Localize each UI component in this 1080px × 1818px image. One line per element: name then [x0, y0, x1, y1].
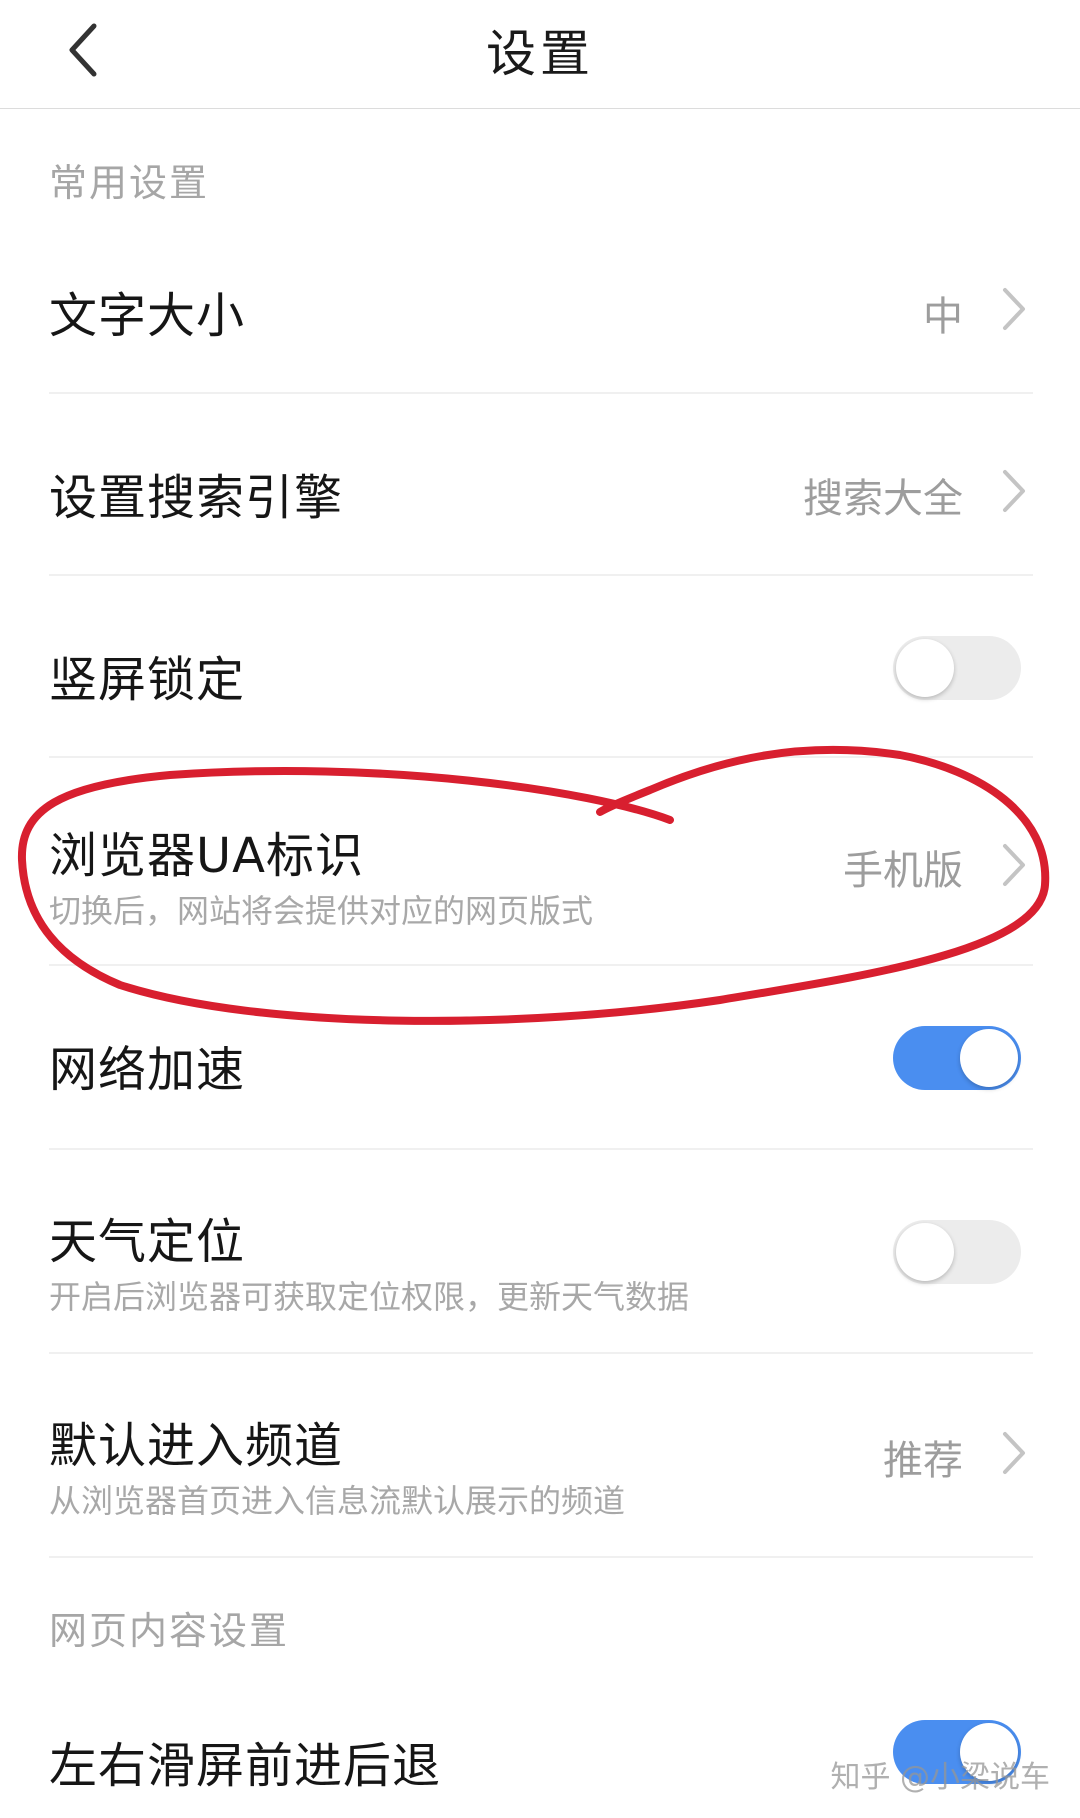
header-bar: 设置 — [0, 0, 1080, 109]
network-accel-row: 网络加速 — [49, 984, 1033, 1134]
font-size-value: 中 — [923, 294, 963, 340]
weather-location-toggle[interactable] — [893, 1220, 1021, 1284]
chevron-right-icon — [1003, 288, 1025, 330]
browser-ua-subtitle: 切换后，网站将会提供对应的网页版式 — [49, 892, 594, 930]
weather-location-row: 天气定位 开启后浏览器可获取定位权限，更新天气数据 — [49, 1168, 1033, 1348]
search-engine-row[interactable]: 设置搜索引擎 搜索大全 — [49, 412, 1033, 562]
portrait-lock-toggle[interactable] — [893, 636, 1021, 700]
portrait-lock-title: 竖屏锁定 — [49, 652, 246, 708]
page-title: 设置 — [486, 25, 594, 83]
divider — [49, 1556, 1033, 1558]
browser-ua-title: 浏览器UA标识 — [49, 828, 364, 884]
font-size-row[interactable]: 文字大小 中 — [49, 232, 1033, 382]
swipe-nav-title: 左右滑屏前进后退 — [49, 1738, 442, 1794]
divider — [49, 392, 1033, 394]
default-channel-value: 推荐 — [883, 1438, 963, 1484]
search-engine-title: 设置搜索引擎 — [49, 470, 344, 526]
default-channel-row[interactable]: 默认进入频道 从浏览器首页进入信息流默认展示的频道 推荐 — [49, 1372, 1033, 1552]
weather-location-subtitle: 开启后浏览器可获取定位权限，更新天气数据 — [49, 1278, 690, 1316]
weather-location-title: 天气定位 — [49, 1214, 246, 1270]
divider — [49, 756, 1033, 758]
font-size-title: 文字大小 — [49, 288, 246, 344]
divider — [49, 1148, 1033, 1150]
watermark-text: 知乎 @小梁说车 — [830, 1760, 1050, 1795]
default-channel-title: 默认进入频道 — [49, 1418, 344, 1474]
default-channel-subtitle: 从浏览器首页进入信息流默认展示的频道 — [49, 1482, 626, 1520]
network-accel-toggle[interactable] — [893, 1026, 1021, 1090]
divider — [49, 964, 1033, 966]
divider — [49, 574, 1033, 576]
divider — [49, 1352, 1033, 1354]
section-label-web-content: 网页内容设置 — [49, 1609, 290, 1653]
section-label-common: 常用设置 — [49, 161, 210, 205]
browser-ua-row[interactable]: 浏览器UA标识 切换后，网站将会提供对应的网页版式 手机版 — [49, 776, 1033, 956]
portrait-lock-row: 竖屏锁定 — [49, 594, 1033, 744]
chevron-right-icon — [1003, 844, 1025, 886]
search-engine-value: 搜索大全 — [803, 476, 963, 522]
toggle-knob — [896, 1223, 954, 1281]
browser-ua-value: 手机版 — [843, 848, 963, 894]
toggle-knob — [896, 639, 954, 697]
chevron-right-icon — [1003, 470, 1025, 512]
network-accel-title: 网络加速 — [49, 1042, 246, 1098]
chevron-right-icon — [1003, 1432, 1025, 1474]
toggle-knob — [960, 1029, 1018, 1087]
